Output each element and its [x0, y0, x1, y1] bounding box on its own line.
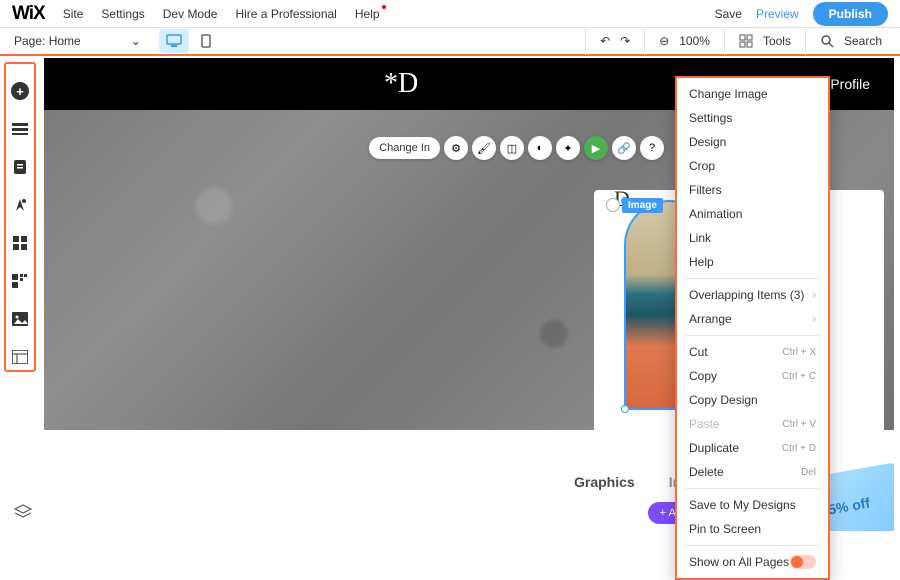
ctx-pin[interactable]: Pin to Screen — [677, 517, 828, 541]
ctx-filters[interactable]: Filters — [677, 178, 828, 202]
sec-left: Page: Home ⌄ — [14, 29, 221, 53]
search-icon — [820, 34, 834, 48]
zoom-level: 100% — [679, 34, 710, 48]
preview-button[interactable]: Preview — [756, 7, 799, 21]
undo-icon[interactable]: ↶ — [600, 34, 610, 48]
menu-settings[interactable]: Settings — [101, 7, 144, 21]
ctx-show-all-pages[interactable]: Show on All Pages — [677, 550, 828, 574]
app-market-button[interactable] — [11, 234, 29, 252]
menu-devmode[interactable]: Dev Mode — [163, 7, 218, 21]
save-button[interactable]: Save — [715, 7, 742, 21]
zoom-control[interactable]: ⊖ 100% — [644, 27, 724, 55]
undo-redo: ↶ ↷ — [585, 27, 644, 55]
ctx-delete[interactable]: DeleteDel — [677, 460, 828, 484]
context-menu: Change Image Settings Design Crop Filter… — [675, 76, 830, 580]
top-menu-bar: WiX Site Settings Dev Mode Hire a Profes… — [0, 0, 900, 28]
menu-hire[interactable]: Hire a Professional — [235, 7, 336, 21]
ctx-overlapping[interactable]: Overlapping Items (3)› — [677, 283, 828, 307]
sections-button[interactable] — [11, 120, 29, 138]
element-type-badge: Image — [622, 198, 663, 213]
ctx-crop[interactable]: Crop — [677, 154, 828, 178]
action-design[interactable]: 🖌 — [472, 136, 496, 160]
my-business-button[interactable] — [11, 272, 29, 290]
ctx-design[interactable]: Design — [677, 130, 828, 154]
menu-help[interactable]: Help — [355, 7, 380, 21]
label-graphics[interactable]: Graphics — [574, 474, 635, 490]
nav-profile[interactable]: Profile — [830, 76, 870, 92]
design-button[interactable] — [11, 196, 29, 214]
page-selector[interactable]: Page: Home ⌄ — [14, 34, 141, 48]
device-switcher — [159, 29, 221, 53]
media-button[interactable] — [11, 310, 29, 328]
top-menu-right: Save Preview Publish — [715, 2, 888, 26]
tools-icon — [739, 34, 753, 48]
left-tool-rail: + — [4, 62, 36, 372]
chevron-right-icon: › — [813, 314, 816, 325]
add-element-button[interactable]: + — [11, 82, 29, 100]
action-filter[interactable]: ◐ — [528, 136, 552, 160]
menu-site[interactable]: Site — [63, 7, 84, 21]
action-animation[interactable]: ✦ — [556, 136, 580, 160]
sec-right: ↶ ↷ ⊖ 100% Tools Search — [585, 27, 896, 55]
chevron-right-icon: › — [813, 290, 816, 301]
ctx-copy-design[interactable]: Copy Design — [677, 388, 828, 412]
layers-button[interactable] — [14, 504, 32, 523]
ctx-change-image[interactable]: Change Image — [677, 82, 828, 106]
action-crop[interactable]: ◫ — [500, 136, 524, 160]
ctx-settings[interactable]: Settings — [677, 106, 828, 130]
ctx-separator — [685, 335, 820, 336]
action-link[interactable]: 🔗 — [612, 136, 636, 160]
publish-button[interactable]: Publish — [813, 2, 888, 26]
mobile-view-button[interactable] — [191, 29, 221, 53]
ctx-save-designs[interactable]: Save to My Designs — [677, 493, 828, 517]
action-help[interactable]: ? — [640, 136, 664, 160]
wix-logo: WiX — [12, 3, 45, 25]
ctx-duplicate[interactable]: DuplicateCtrl + D — [677, 436, 828, 460]
resize-handle-sw[interactable] — [621, 405, 629, 413]
secondary-toolbar: Page: Home ⌄ ↶ ↷ ⊖ 100% Tools Search — [0, 28, 900, 56]
ctx-copy[interactable]: CopyCtrl + C — [677, 364, 828, 388]
ctx-help[interactable]: Help — [677, 250, 828, 274]
top-menu-left: WiX Site Settings Dev Mode Hire a Profes… — [12, 3, 380, 25]
ctx-arrange[interactable]: Arrange› — [677, 307, 828, 331]
zoom-out-icon[interactable]: ⊖ — [659, 34, 669, 48]
search-button[interactable]: Search — [805, 27, 896, 55]
ctx-separator — [685, 488, 820, 489]
show-all-toggle[interactable] — [790, 555, 816, 569]
chevron-down-icon: ⌄ — [131, 34, 141, 48]
ctx-separator — [685, 278, 820, 279]
action-settings[interactable]: ⚙ — [444, 136, 468, 160]
ctx-animation[interactable]: Animation — [677, 202, 828, 226]
ctx-link[interactable]: Link — [677, 226, 828, 250]
action-confirm[interactable]: ▶ — [584, 136, 608, 160]
ctx-paste: PasteCtrl + V — [677, 412, 828, 436]
ctx-cut[interactable]: CutCtrl + X — [677, 340, 828, 364]
change-image-pill[interactable]: Change In — [369, 137, 440, 159]
pages-button[interactable] — [11, 158, 29, 176]
rotate-handle[interactable] — [606, 198, 620, 212]
desktop-view-button[interactable] — [159, 29, 189, 53]
content-manager-button[interactable] — [11, 348, 29, 366]
site-logo: *D — [384, 68, 418, 100]
ctx-separator — [685, 545, 820, 546]
element-action-bar: Change In ⚙ 🖌 ◫ ◐ ✦ ▶ 🔗 ? — [369, 136, 664, 160]
redo-icon[interactable]: ↷ — [620, 34, 630, 48]
tools-button[interactable]: Tools — [724, 27, 805, 55]
